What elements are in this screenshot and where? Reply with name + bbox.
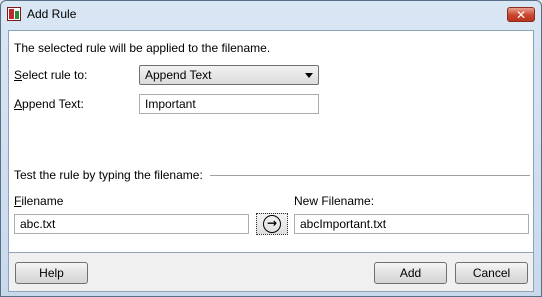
close-button[interactable]: ✕ bbox=[507, 7, 535, 22]
intro-text: The selected rule will be applied to the… bbox=[14, 41, 271, 55]
arrow-right-circle-icon: → bbox=[263, 215, 281, 233]
add-rule-dialog: Add Rule ✕ The selected rule will be app… bbox=[0, 0, 542, 297]
close-icon: ✕ bbox=[515, 8, 527, 22]
apply-rule-button[interactable]: → bbox=[256, 213, 288, 235]
append-text-label: Append Text: bbox=[14, 97, 84, 111]
rule-select-value: Append Text bbox=[145, 68, 212, 82]
new-filename-label: New Filename: bbox=[294, 194, 375, 208]
select-rule-label: Select rule to: bbox=[14, 68, 88, 82]
title-bar: Add Rule ✕ bbox=[1, 1, 541, 27]
chevron-down-icon bbox=[305, 73, 313, 78]
new-filename-output: abcImportant.txt bbox=[294, 214, 529, 234]
append-text-input[interactable]: Important bbox=[139, 94, 319, 114]
cancel-button[interactable]: Cancel bbox=[455, 262, 528, 284]
dialog-body: The selected rule will be applied to the… bbox=[8, 30, 534, 253]
section-divider bbox=[210, 175, 530, 176]
window-title: Add Rule bbox=[27, 7, 77, 21]
rule-select[interactable]: Append Text bbox=[139, 65, 319, 85]
help-button[interactable]: Help bbox=[15, 262, 88, 284]
add-button[interactable]: Add bbox=[374, 262, 447, 284]
test-section-label: Test the rule by typing the filename: bbox=[14, 168, 203, 182]
filename-input[interactable]: abc.txt bbox=[14, 214, 249, 234]
app-icon bbox=[7, 7, 21, 21]
filename-label: Filename bbox=[14, 194, 64, 208]
button-bar: Help Add Cancel bbox=[8, 253, 534, 292]
